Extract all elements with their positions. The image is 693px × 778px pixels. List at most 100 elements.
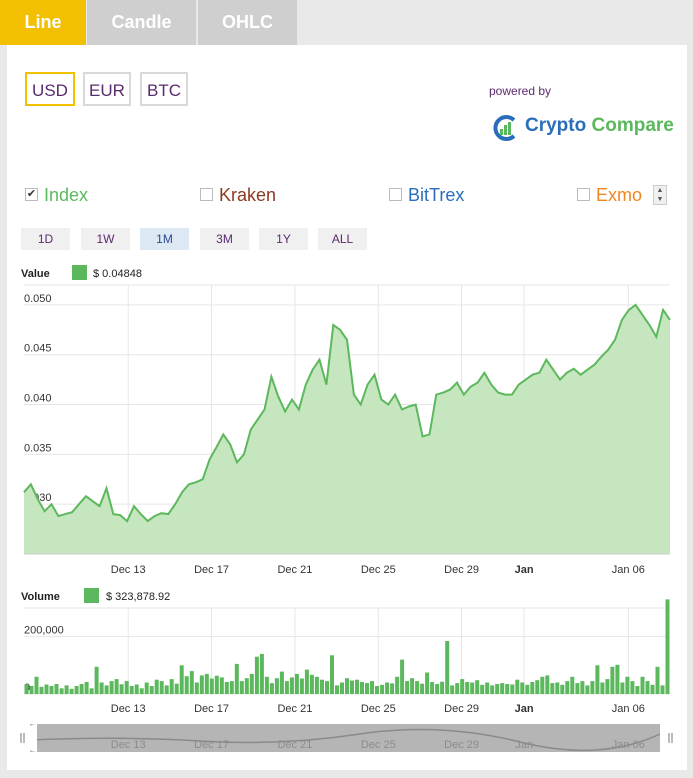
volume-bar	[314, 676, 319, 694]
y-tick-label: 200,000	[24, 625, 64, 637]
volume-bar	[515, 679, 520, 694]
y-tick-label: 0.035	[24, 442, 52, 454]
range-navigator[interactable]: Dec 13 Dec 17 Dec 21 Dec 25 Dec 29 Jan Jan 06	[20, 724, 674, 752]
volume-bar	[455, 683, 460, 694]
value-legend-value: $ 0.04848	[93, 268, 142, 280]
volume-bar	[269, 683, 274, 694]
volume-bar	[124, 681, 129, 694]
volume-bar	[415, 681, 420, 694]
volume-bar	[475, 680, 480, 694]
volume-bar	[59, 688, 64, 694]
volume-bar	[460, 679, 465, 694]
x-tick-label: Dec 29	[444, 703, 479, 715]
x-tick-label: Dec 25	[361, 564, 396, 576]
volume-bar	[284, 681, 289, 694]
volume-bar	[620, 682, 625, 694]
value-chart: 0.0500.0450.0400.0350.0300.025Dec 13Dec …	[23, 284, 671, 576]
volume-bar	[54, 684, 59, 694]
volume-bar	[380, 684, 385, 694]
volume-bar	[149, 686, 154, 694]
volume-bar	[505, 684, 510, 694]
x-tick-label: Jan	[515, 564, 534, 576]
volume-bar	[610, 666, 615, 694]
x-tick-label: Dec 17	[194, 703, 229, 715]
volume-bar	[94, 666, 99, 694]
volume-bar	[320, 679, 324, 694]
volume-bar	[550, 683, 555, 694]
volume-bar	[89, 688, 94, 694]
volume-bar	[465, 682, 470, 694]
volume-bar	[189, 671, 194, 694]
volume-bar	[330, 655, 334, 694]
volume-bar	[365, 683, 369, 694]
volume-legend-swatch	[84, 588, 99, 603]
volume-bar	[540, 676, 545, 694]
navigator-tick-label: Jan 06	[612, 739, 645, 751]
volume-bar	[239, 681, 244, 694]
volume-bar	[655, 666, 660, 694]
volume-bar	[289, 677, 294, 694]
volume-bar	[99, 682, 104, 694]
volume-bar	[435, 684, 440, 694]
volume-bar	[500, 683, 505, 694]
y-tick-label: 0.040	[24, 393, 52, 405]
volume-bar	[390, 683, 395, 694]
volume-bar	[39, 686, 44, 694]
volume-bar	[665, 599, 670, 694]
volume-bar	[575, 683, 580, 694]
volume-bar	[510, 684, 515, 694]
volume-bar	[214, 675, 219, 694]
volume-legend-label: Volume	[21, 591, 60, 603]
volume-bar	[104, 685, 109, 694]
volume-bar	[545, 675, 550, 694]
volume-bar	[29, 686, 34, 694]
volume-bar	[234, 663, 239, 694]
volume-bar	[580, 681, 585, 694]
volume-bar	[350, 680, 354, 694]
volume-bar	[299, 678, 304, 694]
volume-bar	[625, 676, 630, 694]
volume-bar	[194, 682, 199, 694]
x-tick-label: Dec 21	[277, 703, 312, 715]
volume-bar	[44, 684, 49, 694]
volume-bar	[445, 641, 450, 694]
volume-bar	[450, 685, 455, 694]
navigator-tick-label: Dec 25	[361, 739, 396, 751]
volume-bar	[279, 671, 284, 694]
value-legend-label: Value	[21, 268, 50, 280]
volume-bar	[304, 669, 309, 694]
volume-bar	[600, 682, 605, 694]
navigator-tick-label: Dec 13	[111, 739, 146, 751]
volume-bar	[34, 676, 39, 694]
volume-bar	[340, 682, 344, 694]
volume-legend-value: $ 323,878.92	[106, 591, 170, 603]
volume-bar	[535, 680, 540, 694]
volume-bar	[274, 678, 279, 694]
volume-bar	[615, 664, 620, 694]
volume-bar	[470, 682, 475, 694]
volume-bar	[154, 679, 159, 694]
volume-bar	[375, 686, 379, 694]
volume-bar	[294, 673, 299, 694]
volume-bar	[219, 677, 224, 694]
volume-bar	[309, 674, 314, 694]
volume-bar	[605, 679, 610, 694]
volume-bar	[555, 682, 560, 694]
volume-bar	[129, 686, 134, 694]
navigator-tick-label: Jan	[515, 739, 533, 751]
volume-bar	[635, 686, 640, 694]
volume-bar	[520, 682, 525, 694]
navigator-left-handle[interactable]	[23, 724, 37, 752]
volume-bar	[139, 688, 144, 694]
volume-bar	[490, 685, 495, 694]
volume-bar	[370, 681, 374, 694]
volume-bar	[174, 683, 179, 694]
volume-bar	[405, 681, 410, 694]
volume-bar	[660, 685, 665, 694]
volume-bar	[440, 681, 445, 694]
x-tick-label: Dec 13	[111, 564, 146, 576]
volume-bar	[204, 673, 209, 694]
volume-bar	[259, 653, 264, 694]
volume-bar	[645, 681, 650, 694]
volume-bar	[360, 682, 364, 694]
